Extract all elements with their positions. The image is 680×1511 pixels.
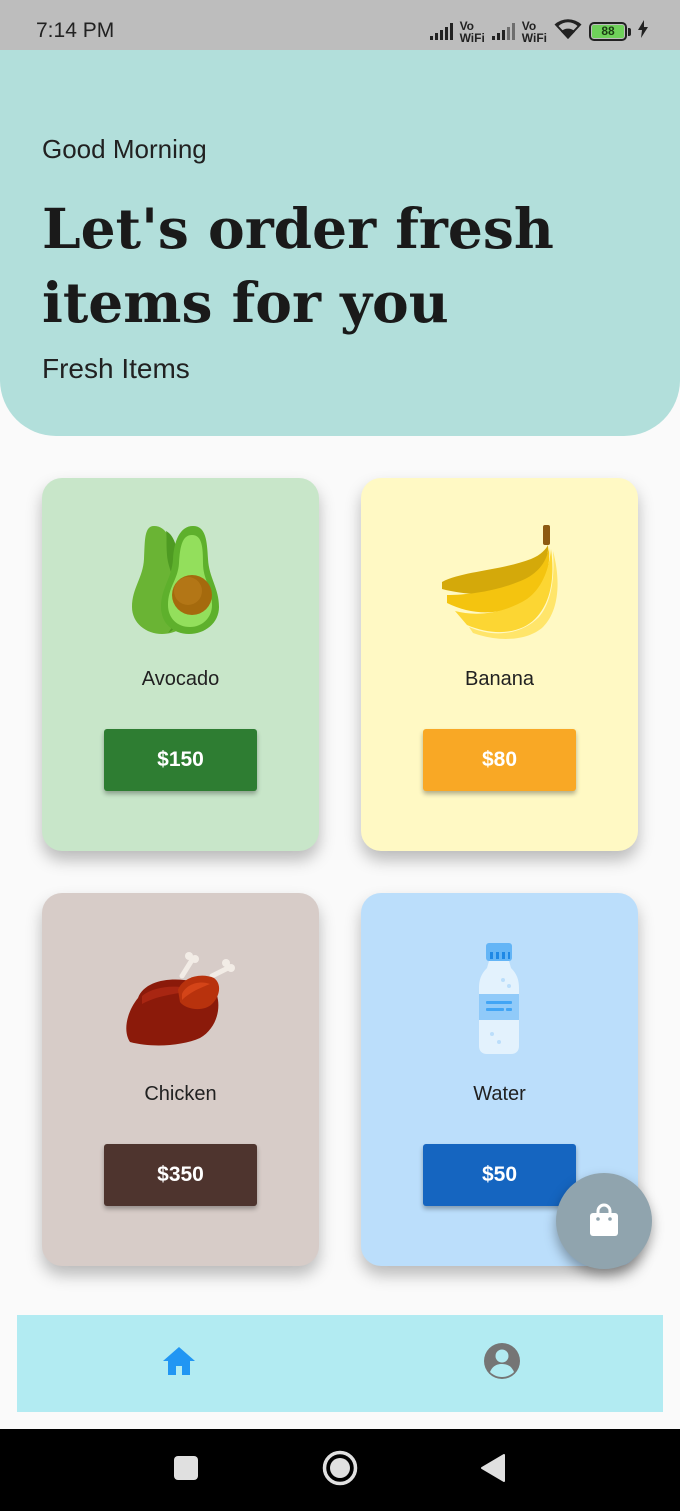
wifi-icon [554, 18, 582, 45]
product-card-banana[interactable]: Banana $80 [361, 478, 638, 851]
battery-level: 88 [592, 25, 624, 38]
nav-item-profile[interactable] [340, 1315, 663, 1412]
home-button[interactable] [300, 1429, 380, 1511]
vowifi-icon: Vo WiFi [459, 18, 485, 45]
price-button-water[interactable]: $50 [423, 1144, 576, 1206]
water-bottle-icon [439, 938, 560, 1059]
status-icons: Vo WiFi Vo WiFi 88 [429, 18, 648, 45]
avocado-icon [120, 523, 241, 644]
product-grid: Avocado $150 Banana $80 Chicken $350 Wat… [42, 478, 638, 1268]
home-circle-icon [322, 1450, 358, 1491]
price-button-banana[interactable]: $80 [423, 729, 576, 791]
product-name: Chicken [144, 1083, 217, 1105]
status-bar: 7:14 PM Vo WiFi Vo WiFi 88 [0, 0, 680, 50]
banana-icon [439, 523, 560, 644]
price-button-avocado[interactable]: $150 [104, 729, 257, 791]
nav-item-home[interactable] [17, 1315, 340, 1412]
section-label: Fresh Items [42, 353, 190, 384]
charging-icon [638, 20, 648, 43]
product-card-chicken[interactable]: Chicken $350 [42, 893, 319, 1266]
product-name: Banana [465, 668, 534, 690]
signal-icon [491, 23, 515, 40]
bottom-navigation [17, 1315, 663, 1412]
signal-icon [429, 23, 453, 40]
home-icon [162, 1346, 196, 1381]
back-triangle-icon [480, 1453, 506, 1488]
battery-icon: 88 [589, 22, 631, 41]
chicken-icon [120, 938, 241, 1059]
vowifi-icon: Vo WiFi [521, 18, 547, 45]
recents-square-icon [173, 1455, 199, 1486]
headline: Let's order fresh items for you [42, 196, 554, 335]
account-circle-icon [483, 1343, 520, 1384]
greeting-text: Good Morning [42, 134, 207, 164]
product-name: Water [473, 1083, 526, 1105]
header: Good Morning Let's order fresh items for… [0, 50, 680, 436]
product-name: Avocado [141, 668, 220, 690]
recents-button[interactable] [146, 1429, 226, 1511]
shopping-bag-icon [588, 1203, 620, 1240]
price-button-chicken[interactable]: $350 [104, 1144, 257, 1206]
product-card-avocado[interactable]: Avocado $150 [42, 478, 319, 851]
status-time: 7:14 PM [36, 19, 115, 42]
system-navigation-bar [0, 1429, 680, 1511]
back-button[interactable] [453, 1429, 533, 1511]
cart-fab-button[interactable] [556, 1173, 652, 1269]
